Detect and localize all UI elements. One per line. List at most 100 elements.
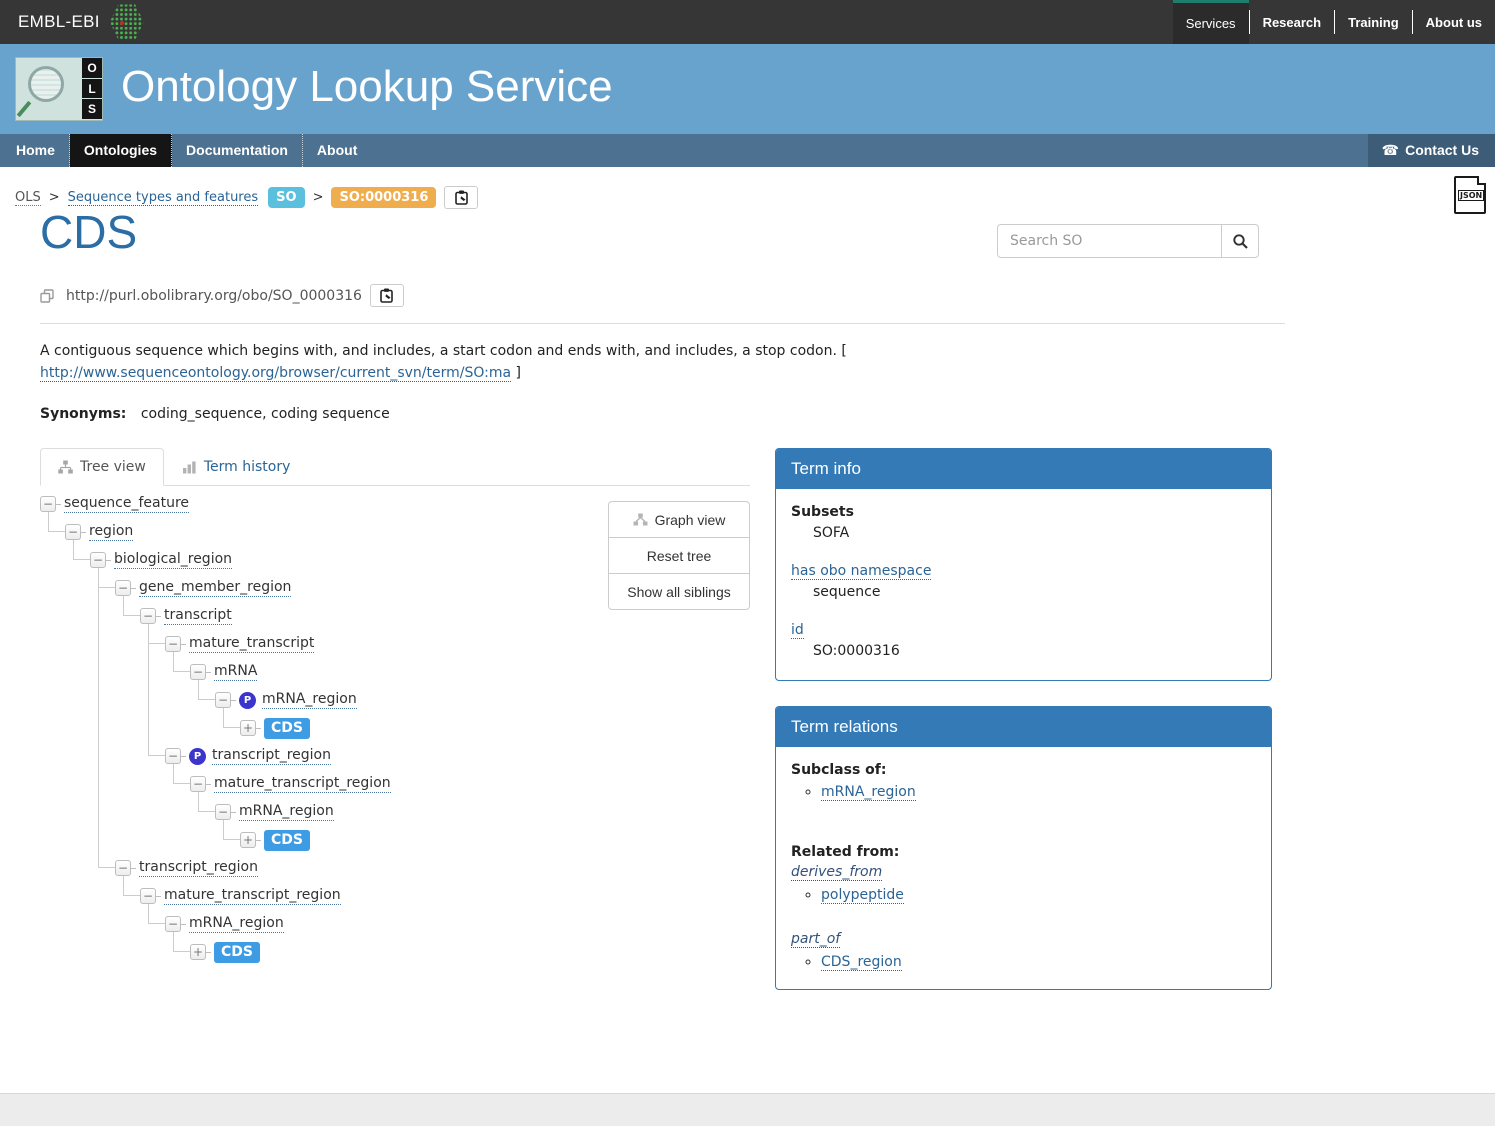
collapse-icon[interactable]: − — [165, 636, 181, 652]
collapse-icon[interactable]: − — [190, 776, 206, 792]
collapse-icon[interactable]: − — [140, 608, 156, 624]
tree-node-current-term[interactable]: CDS — [264, 830, 310, 851]
masthead-nav-about-us[interactable]: About us — [1413, 0, 1495, 44]
tree-connector-line — [148, 904, 149, 924]
collapse-icon[interactable]: − — [165, 748, 181, 764]
expand-icon[interactable]: + — [190, 944, 206, 960]
description-source-link[interactable]: http://www.sequenceontology.org/browser/… — [40, 365, 511, 382]
term-title: CDS — [40, 205, 137, 259]
tree-node-link[interactable]: mature_transcript_region — [214, 775, 391, 793]
subsets-value: SOFA — [791, 525, 1256, 541]
show-all-siblings-button[interactable]: Show all siblings — [608, 573, 750, 610]
term-iri-link[interactable]: http://purl.obolibrary.org/obo/SO_000031… — [66, 288, 362, 304]
tree-connector-line — [174, 671, 190, 672]
ols-logo[interactable]: O L S — [15, 57, 103, 121]
ols-logo-letters: O L S — [82, 58, 102, 120]
collapse-icon[interactable]: − — [215, 804, 231, 820]
description-text: A contiguous sequence which begins with,… — [40, 343, 847, 359]
term-history-icon — [182, 460, 197, 474]
tree-connector-line — [199, 811, 215, 812]
collapse-icon[interactable]: − — [65, 524, 81, 540]
embl-ebi-logo[interactable]: EMBL-EBI — [18, 3, 144, 41]
search-button[interactable] — [1222, 224, 1259, 258]
tree-node-link[interactable]: gene_member_region — [139, 579, 291, 597]
copy-iri-button[interactable] — [370, 284, 404, 307]
tree-node-link[interactable]: sequence_feature — [64, 495, 189, 513]
breadcrumb-separator: > — [313, 190, 324, 205]
tree-node: −mRNA — [190, 658, 257, 686]
collapse-icon[interactable]: − — [215, 692, 231, 708]
part-of-badge-icon: P — [189, 748, 206, 765]
search-input[interactable] — [997, 224, 1222, 258]
reset-tree-button[interactable]: Reset tree — [608, 537, 750, 574]
collapse-icon[interactable]: − — [90, 552, 106, 568]
tree-node-link[interactable]: transcript_region — [139, 859, 258, 877]
expand-icon[interactable]: + — [240, 832, 256, 848]
tree-node: −transcript_region — [115, 854, 258, 882]
tree-node-link[interactable]: mRNA_region — [189, 915, 284, 933]
tree-connector-line — [123, 876, 124, 896]
tree-node: −region — [65, 518, 133, 546]
derives-from-list: polypeptide — [821, 887, 1256, 903]
tree-node-current-term[interactable]: CDS — [214, 942, 260, 963]
tree-node: −PmRNA_region — [215, 686, 357, 714]
tree-node-dash — [56, 504, 61, 505]
tree-node-link[interactable]: transcript — [164, 607, 232, 625]
ontology-badge[interactable]: SO — [268, 187, 304, 208]
expand-icon[interactable]: + — [240, 720, 256, 736]
tree-connector-line — [174, 951, 190, 952]
related-term-link[interactable]: polypeptide — [821, 887, 904, 904]
tree-node: + CDS — [240, 826, 310, 854]
has-obo-namespace-link[interactable]: has obo namespace — [791, 563, 931, 580]
tree-node-link[interactable]: mature_transcript — [189, 635, 314, 653]
tree-node-dash — [206, 784, 211, 785]
synonyms-row: Synonyms: coding_sequence, coding sequen… — [40, 406, 390, 422]
breadcrumb-ontology-link[interactable]: Sequence types and features — [68, 190, 259, 206]
tree-connector-line — [149, 923, 165, 924]
collapse-icon[interactable]: − — [140, 888, 156, 904]
tree-node-link[interactable]: mRNA — [214, 663, 257, 681]
collapse-icon[interactable]: − — [40, 496, 56, 512]
tree-node-link[interactable]: biological_region — [114, 551, 232, 569]
tree-node: −Ptranscript_region — [165, 742, 331, 770]
masthead-nav-training[interactable]: Training — [1335, 0, 1412, 44]
collapse-icon[interactable]: − — [165, 916, 181, 932]
contact-us-link[interactable]: ☎Contact Us — [1368, 134, 1495, 167]
tree-node: −gene_member_region — [115, 574, 291, 602]
tree-node: + CDS — [240, 714, 310, 742]
tree-node-link[interactable]: mature_transcript_region — [164, 887, 341, 905]
tree-connector-line — [123, 596, 124, 616]
tree-node-link[interactable]: mRNA_region — [239, 803, 334, 821]
tree-node-current-term[interactable]: CDS — [264, 718, 310, 739]
tab-term-history[interactable]: Term history — [164, 448, 309, 486]
collapse-icon[interactable]: − — [115, 860, 131, 876]
part-of-link[interactable]: part_of — [791, 931, 840, 948]
derives-from-link[interactable]: derives_from — [791, 864, 882, 881]
nav-about[interactable]: About — [303, 134, 371, 167]
breadcrumb-ols-link[interactable]: OLS — [15, 190, 41, 206]
nav-documentation[interactable]: Documentation — [172, 134, 303, 167]
subclass-term-link[interactable]: mRNA_region — [821, 784, 916, 801]
id-link[interactable]: id — [791, 622, 804, 639]
tree-connector-line — [73, 540, 74, 560]
tree-connector-line — [224, 839, 240, 840]
nav-ontologies[interactable]: Ontologies — [70, 134, 172, 167]
term-id-badge[interactable]: SO:0000316 — [331, 187, 436, 208]
tree-node-dash — [181, 756, 186, 757]
collapse-icon[interactable]: − — [115, 580, 131, 596]
masthead-nav-services[interactable]: Services — [1173, 0, 1249, 44]
tab-tree-view[interactable]: Tree view — [40, 448, 164, 486]
nav-home[interactable]: Home — [2, 134, 70, 167]
graph-view-button[interactable]: Graph view — [608, 501, 750, 538]
masthead-nav-research[interactable]: Research — [1250, 0, 1335, 44]
id-value: SO:0000316 — [791, 643, 1256, 659]
copy-term-id-button[interactable] — [444, 186, 478, 209]
json-download-icon[interactable]: JSON — [1454, 176, 1486, 214]
tree-node-link[interactable]: transcript_region — [212, 747, 331, 765]
tree-connector-line — [49, 531, 65, 532]
tree-node-link[interactable]: mRNA_region — [262, 691, 357, 709]
related-term-link[interactable]: CDS_region — [821, 954, 902, 971]
collapse-icon[interactable]: − — [190, 664, 206, 680]
tree-node-link[interactable]: region — [89, 523, 133, 541]
subclass-of-label: Subclass of: — [791, 762, 1256, 778]
